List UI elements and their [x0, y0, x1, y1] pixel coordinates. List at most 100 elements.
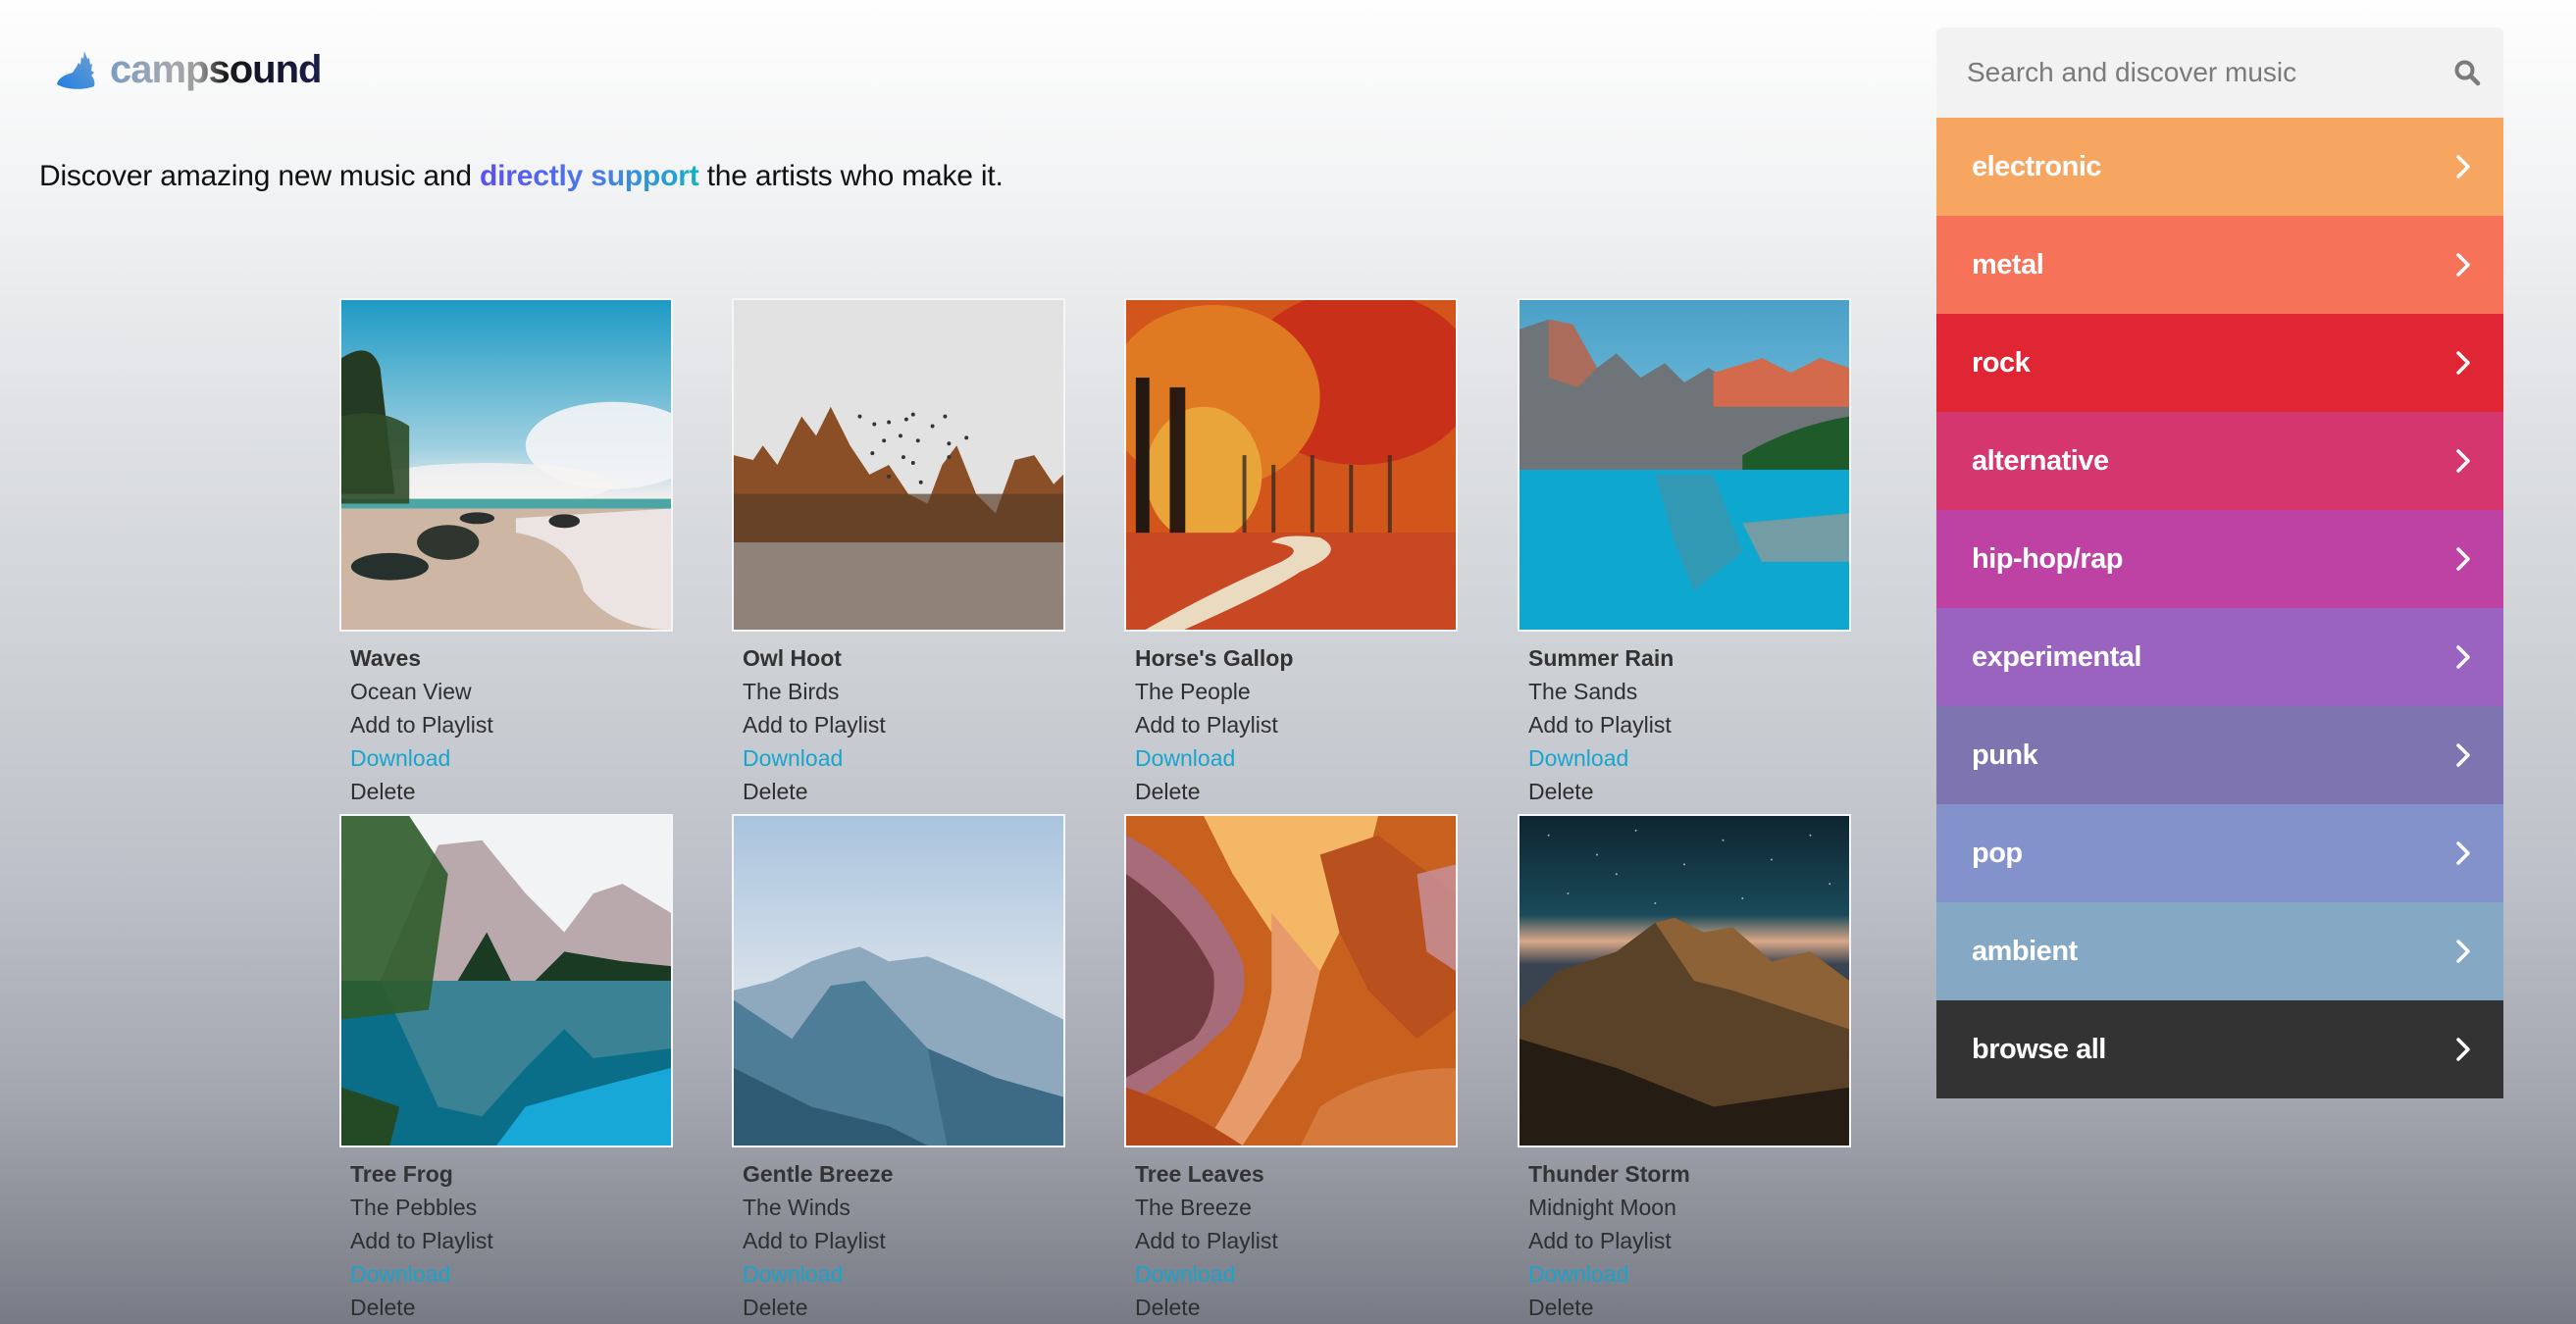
- search-input[interactable]: [1967, 57, 2452, 88]
- add-to-playlist-link[interactable]: Add to Playlist: [1135, 1224, 1458, 1257]
- genre-label: hip-hop/rap: [1972, 542, 2123, 575]
- genre-item-browse-all[interactable]: browse all: [1936, 1000, 2503, 1098]
- tagline-before: Discover amazing new music and: [39, 160, 480, 192]
- album-art-autumn-path[interactable]: [1124, 298, 1458, 632]
- album-title[interactable]: Horse's Gallop: [1135, 641, 1458, 675]
- tree-hill-icon: [57, 51, 95, 89]
- album-art-mountain-lake[interactable]: [1518, 298, 1851, 632]
- delete-link[interactable]: Delete: [350, 1291, 673, 1324]
- add-to-playlist-link[interactable]: Add to Playlist: [743, 708, 1065, 741]
- chevron-right-icon: [2456, 253, 2470, 277]
- genre-label: ambient: [1972, 935, 2078, 967]
- delete-link[interactable]: Delete: [1528, 775, 1851, 808]
- album-artist[interactable]: Midnight Moon: [1528, 1191, 1851, 1224]
- genre-item-rock[interactable]: rock: [1936, 314, 2503, 412]
- delete-link[interactable]: Delete: [1528, 1291, 1851, 1324]
- album-title[interactable]: Gentle Breeze: [743, 1157, 1065, 1191]
- album-meta: Horse's Gallop The People Add to Playlis…: [1124, 641, 1458, 808]
- tagline: Discover amazing new music and directly …: [39, 160, 1004, 193]
- add-to-playlist-link[interactable]: Add to Playlist: [350, 708, 673, 741]
- chevron-right-icon: [2456, 449, 2470, 473]
- download-link[interactable]: Download: [743, 1257, 1065, 1291]
- tagline-after: the artists who make it.: [698, 160, 1004, 192]
- album-meta: Gentle Breeze The Winds Add to Playlist …: [732, 1157, 1065, 1324]
- album-card: Gentle Breeze The Winds Add to Playlist …: [732, 814, 1065, 1324]
- delete-link[interactable]: Delete: [743, 775, 1065, 808]
- download-link[interactable]: Download: [350, 1257, 673, 1291]
- album-art-canyon[interactable]: [1124, 814, 1458, 1147]
- genre-item-pop[interactable]: pop: [1936, 804, 2503, 902]
- genre-label: browse all: [1972, 1033, 2106, 1065]
- brand-name: campsound: [110, 45, 322, 94]
- logo[interactable]: campsound: [55, 45, 322, 94]
- album-art-alpine-lake[interactable]: [339, 814, 673, 1147]
- genre-label: pop: [1972, 837, 2023, 869]
- add-to-playlist-link[interactable]: Add to Playlist: [350, 1224, 673, 1257]
- album-art-hazy-mountains[interactable]: [732, 814, 1065, 1147]
- genre-item-punk[interactable]: punk: [1936, 706, 2503, 804]
- tagline-highlight[interactable]: directly support: [480, 160, 699, 192]
- album-title[interactable]: Waves: [350, 641, 673, 675]
- delete-link[interactable]: Delete: [743, 1291, 1065, 1324]
- add-to-playlist-link[interactable]: Add to Playlist: [1135, 708, 1458, 741]
- genre-label: punk: [1972, 738, 2038, 771]
- album-artist[interactable]: The Birds: [743, 675, 1065, 708]
- delete-link[interactable]: Delete: [1135, 775, 1458, 808]
- add-to-playlist-link[interactable]: Add to Playlist: [743, 1224, 1065, 1257]
- album-card: Tree Leaves The Breeze Add to Playlist D…: [1124, 814, 1458, 1324]
- album-meta: Owl Hoot The Birds Add to Playlist Downl…: [732, 641, 1065, 808]
- chevron-right-icon: [2456, 841, 2470, 865]
- genre-label: rock: [1972, 346, 2031, 379]
- album-card: Owl Hoot The Birds Add to Playlist Downl…: [732, 298, 1065, 808]
- album-meta: Summer Rain The Sands Add to Playlist Do…: [1518, 641, 1851, 808]
- album-card: Thunder Storm Midnight Moon Add to Playl…: [1518, 814, 1851, 1324]
- chevron-right-icon: [2456, 1038, 2470, 1061]
- album-artist[interactable]: The Breeze: [1135, 1191, 1458, 1224]
- chevron-right-icon: [2456, 645, 2470, 669]
- album-meta: Tree Frog The Pebbles Add to Playlist Do…: [339, 1157, 673, 1324]
- chevron-right-icon: [2456, 547, 2470, 571]
- genre-label: alternative: [1972, 444, 2109, 477]
- album-card: Waves Ocean View Add to Playlist Downloa…: [339, 298, 673, 808]
- album-title[interactable]: Summer Rain: [1528, 641, 1851, 675]
- download-link[interactable]: Download: [1135, 1257, 1458, 1291]
- download-link[interactable]: Download: [743, 741, 1065, 775]
- download-link[interactable]: Download: [350, 741, 673, 775]
- add-to-playlist-link[interactable]: Add to Playlist: [1528, 708, 1851, 741]
- search-icon[interactable]: [2452, 58, 2482, 87]
- genre-item-metal[interactable]: metal: [1936, 216, 2503, 314]
- download-link[interactable]: Download: [1528, 741, 1851, 775]
- album-title[interactable]: Thunder Storm: [1528, 1157, 1851, 1191]
- genre-item-ambient[interactable]: ambient: [1936, 902, 2503, 1000]
- genre-item-electronic[interactable]: electronic: [1936, 118, 2503, 216]
- genre-item-alternative[interactable]: alternative: [1936, 412, 2503, 510]
- album-card: Summer Rain The Sands Add to Playlist Do…: [1518, 298, 1851, 808]
- album-artist[interactable]: Ocean View: [350, 675, 673, 708]
- genre-item-hip-hop-rap[interactable]: hip-hop/rap: [1936, 510, 2503, 608]
- search-bar: [1936, 27, 2503, 118]
- album-card: Tree Frog The Pebbles Add to Playlist Do…: [339, 814, 673, 1324]
- album-meta: Waves Ocean View Add to Playlist Downloa…: [339, 641, 673, 808]
- delete-link[interactable]: Delete: [350, 775, 673, 808]
- genre-label: electronic: [1972, 150, 2102, 182]
- album-art-misty-forest[interactable]: [732, 298, 1065, 632]
- genre-list: electronic metal rock alternative hip-ho…: [1936, 118, 2503, 1098]
- album-art-beach[interactable]: [339, 298, 673, 632]
- download-link[interactable]: Download: [1528, 1257, 1851, 1291]
- delete-link[interactable]: Delete: [1135, 1291, 1458, 1324]
- album-artist[interactable]: The Sands: [1528, 675, 1851, 708]
- chevron-right-icon: [2456, 351, 2470, 375]
- album-art-night-peak[interactable]: [1518, 814, 1851, 1147]
- album-artist[interactable]: The Pebbles: [350, 1191, 673, 1224]
- album-artist[interactable]: The Winds: [743, 1191, 1065, 1224]
- album-title[interactable]: Owl Hoot: [743, 641, 1065, 675]
- album-artist[interactable]: The People: [1135, 675, 1458, 708]
- download-link[interactable]: Download: [1135, 741, 1458, 775]
- album-card: Horse's Gallop The People Add to Playlis…: [1124, 298, 1458, 808]
- album-title[interactable]: Tree Frog: [350, 1157, 673, 1191]
- genre-sidebar: electronic metal rock alternative hip-ho…: [1936, 27, 2503, 1098]
- album-title[interactable]: Tree Leaves: [1135, 1157, 1458, 1191]
- genre-item-experimental[interactable]: experimental: [1936, 608, 2503, 706]
- chevron-right-icon: [2456, 155, 2470, 178]
- add-to-playlist-link[interactable]: Add to Playlist: [1528, 1224, 1851, 1257]
